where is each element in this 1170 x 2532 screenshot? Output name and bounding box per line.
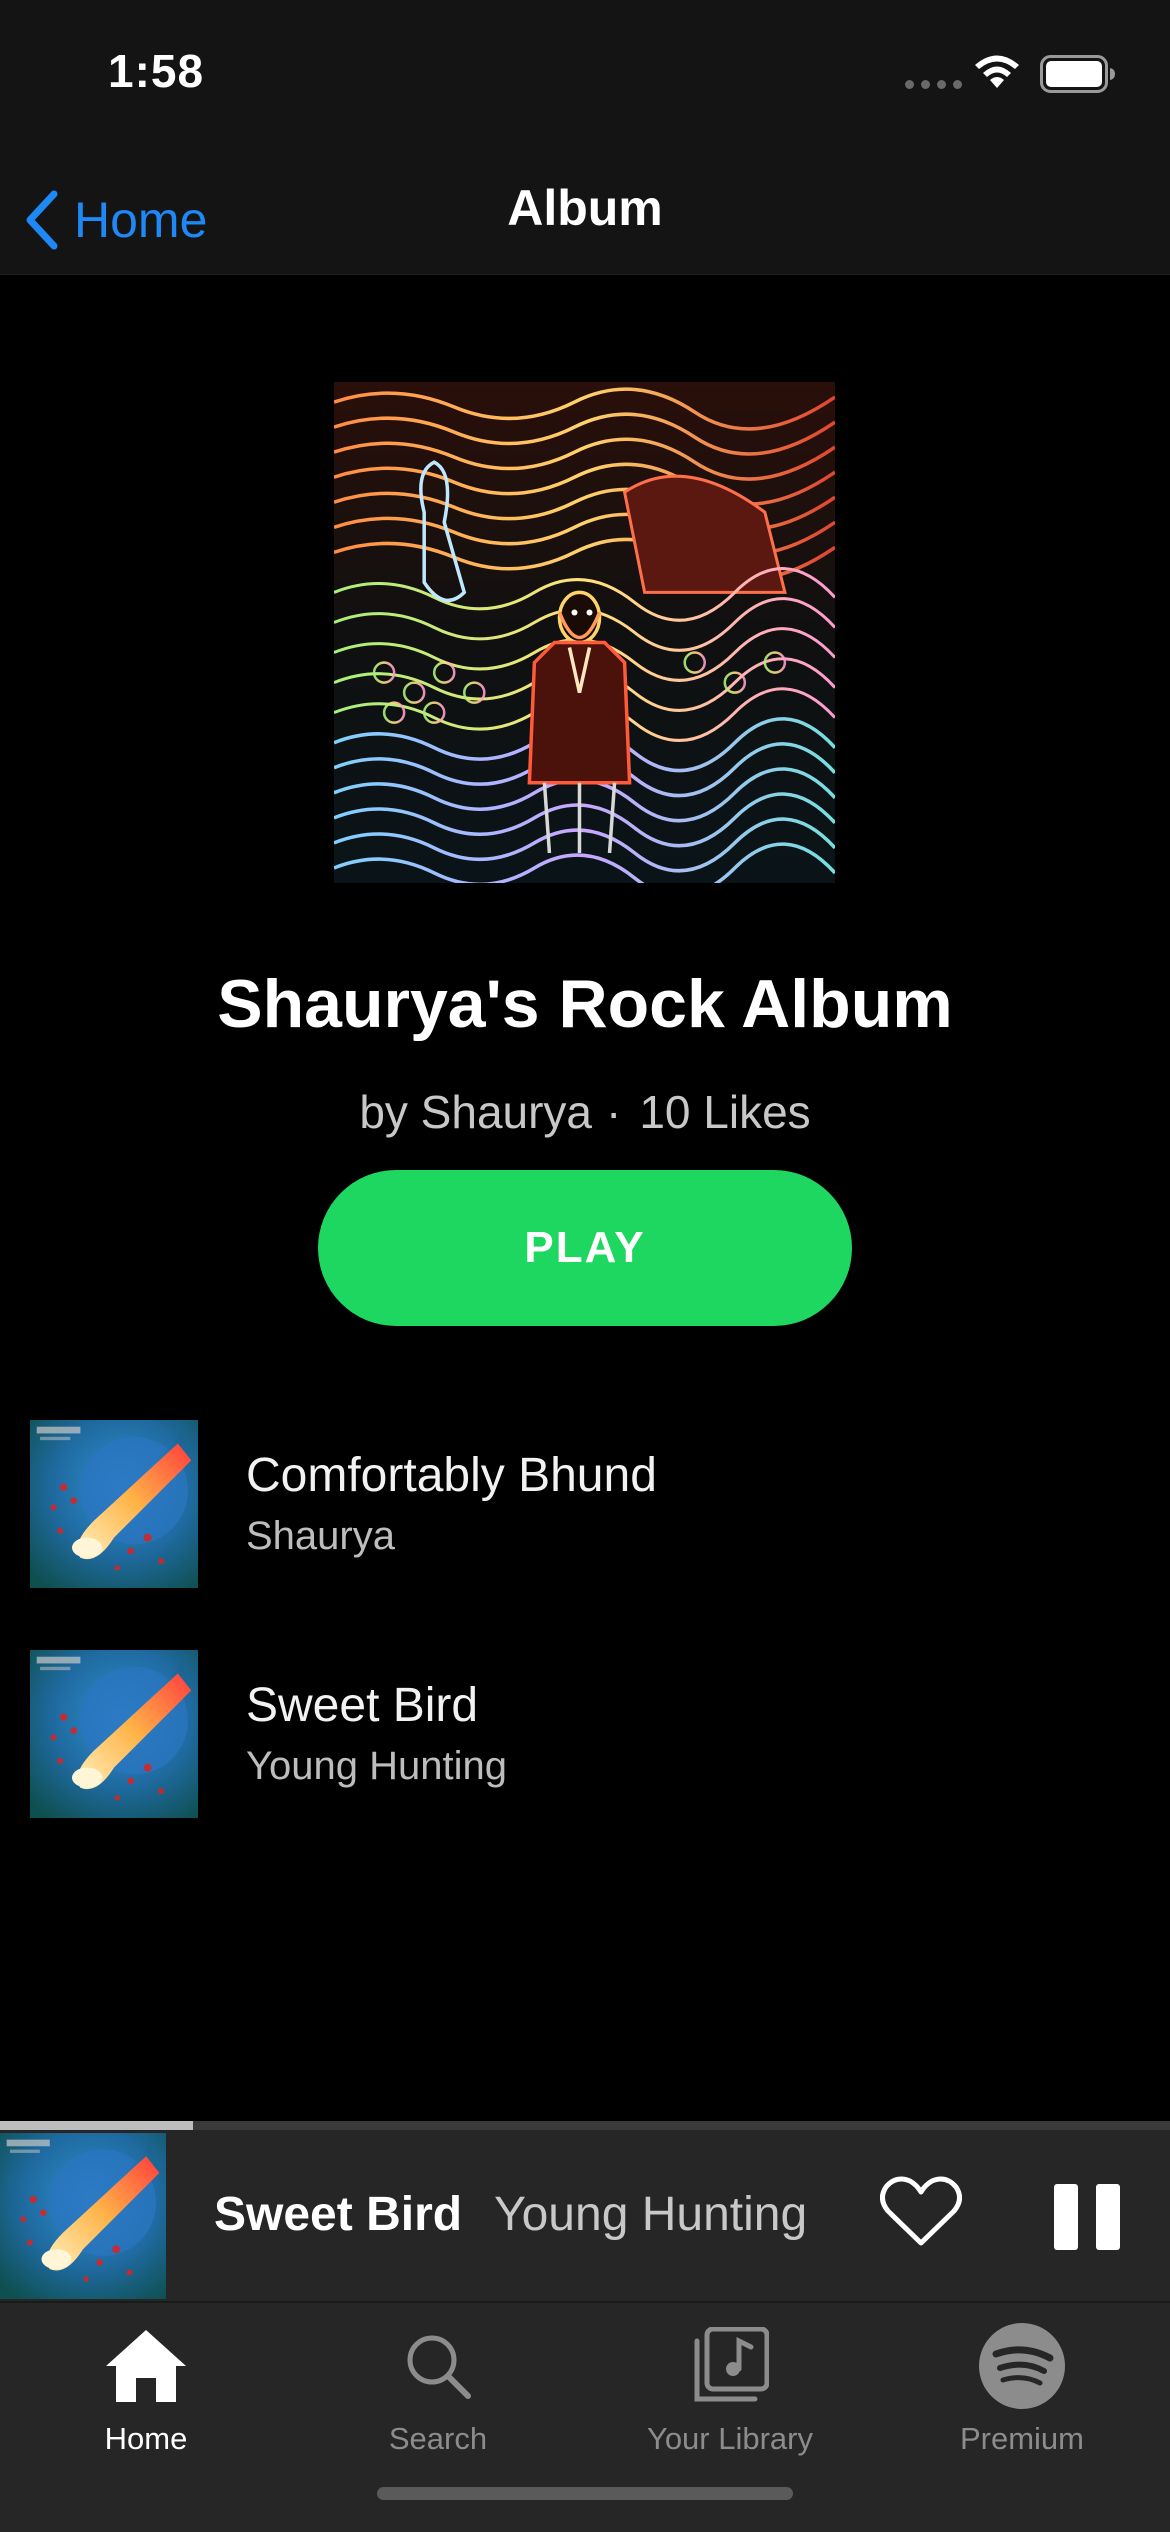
- now-playing-title: Sweet Bird: [214, 2188, 463, 2241]
- page-title: Album: [507, 180, 663, 236]
- track-artist: Young Hunting: [246, 1744, 507, 1788]
- spotify-icon: [979, 2323, 1065, 2409]
- meta-separator: ·: [606, 1086, 622, 1138]
- play-button[interactable]: PLAY: [318, 1170, 852, 1326]
- tab-label: Premium: [959, 2421, 1084, 2456]
- album-artist: by Shaurya: [359, 1086, 593, 1138]
- wifi-icon: [975, 55, 1019, 88]
- now-playing-artist: Young Hunting: [494, 2188, 808, 2241]
- heart-icon[interactable]: [880, 2175, 962, 2247]
- pause-bar: [1096, 2184, 1120, 2250]
- album-title: Shaurya's Rock Album: [217, 966, 953, 1042]
- top-bar: 1:58 Home Album: [0, 0, 1170, 275]
- status-bar: 1:58: [0, 0, 1170, 150]
- track-row[interactable]: Sweet Bird Young Hunting: [0, 1648, 1170, 1878]
- status-time: 1:58: [108, 45, 205, 97]
- album-cover-image: [334, 382, 835, 883]
- cellular-signal-icon: [905, 80, 962, 89]
- pause-bar: [1054, 2184, 1078, 2250]
- tab-label: Search: [388, 2421, 488, 2456]
- track-list: Comfortably Bhund Shaurya Sweet Bird You…: [0, 1418, 1170, 1878]
- battery-icon: [1040, 55, 1115, 93]
- tab-search[interactable]: Search: [292, 2317, 584, 2457]
- track-title: Comfortably Bhund: [246, 1449, 657, 1502]
- playback-progress-bar: [0, 2121, 1170, 2130]
- track-artwork: [30, 1420, 198, 1588]
- search-icon: [407, 2335, 471, 2399]
- album-meta: by Shaurya · 10 Likes: [0, 1085, 1170, 1139]
- track-artist: Shaurya: [246, 1514, 395, 1558]
- home-icon: [106, 2330, 186, 2402]
- tab-label: Your Library: [646, 2421, 813, 2456]
- tab-home[interactable]: Home: [0, 2317, 292, 2457]
- pause-button[interactable]: [1054, 2184, 1120, 2250]
- tab-your-library[interactable]: Your Library: [584, 2317, 876, 2457]
- library-icon: [694, 2327, 769, 2402]
- playback-progress-fill: [0, 2121, 194, 2130]
- now-playing-artwork: [0, 2133, 166, 2299]
- album-likes: 10 Likes: [639, 1086, 811, 1138]
- navigation-bar: Home Album: [0, 165, 1170, 275]
- track-row[interactable]: Comfortably Bhund Shaurya: [0, 1418, 1170, 1648]
- track-title: Sweet Bird: [246, 1679, 479, 1732]
- track-artwork: [30, 1650, 198, 1818]
- tab-label: Home: [104, 2421, 188, 2456]
- home-indicator: [377, 2487, 793, 2500]
- now-playing-bar[interactable]: Sweet Bird Young Hunting: [0, 2121, 1170, 2301]
- tab-premium[interactable]: Premium: [876, 2317, 1168, 2457]
